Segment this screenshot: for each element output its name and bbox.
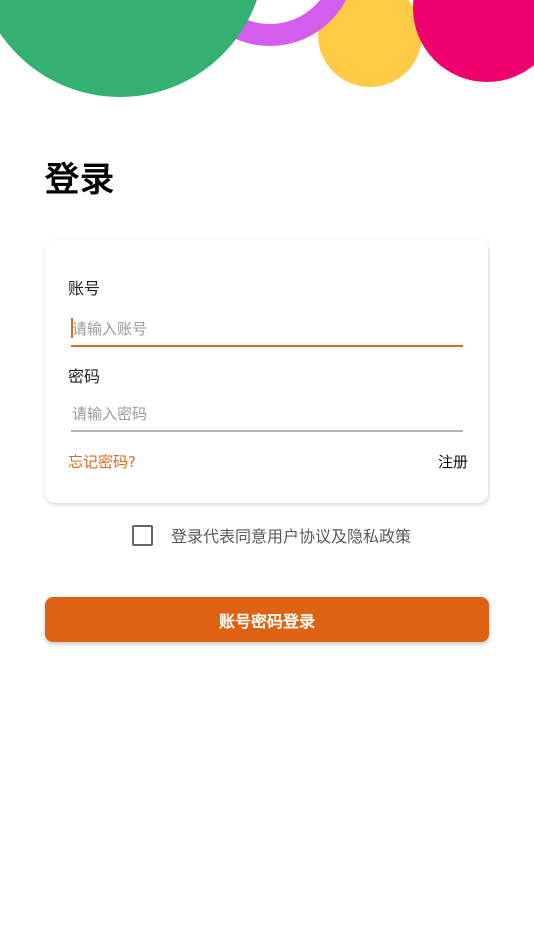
- account-field[interactable]: [71, 311, 463, 347]
- account-underline: [71, 345, 463, 347]
- green-circle: [0, 0, 257, 97]
- text-cursor: [71, 318, 73, 338]
- password-underline: [71, 430, 463, 432]
- account-label: 账号: [68, 279, 101, 298]
- agreement-text: 登录代表同意用户协议及隐私政策: [171, 527, 412, 546]
- header-decoration: [0, 0, 534, 110]
- agreement-checkbox[interactable]: [132, 524, 153, 546]
- password-label: 密码: [68, 367, 101, 386]
- forgot-password-link[interactable]: 忘记密码?: [68, 451, 136, 472]
- decorative-circles: [0, 0, 534, 97]
- agreement-row: 登录代表同意用户协议及隐私政策: [132, 524, 411, 546]
- page-title: 登录: [45, 160, 115, 200]
- login-button[interactable]: 账号密码登录: [45, 597, 489, 642]
- register-link[interactable]: 注册: [438, 451, 468, 472]
- login-form-card: 账号 密码 忘记密码? 注册: [45, 240, 488, 503]
- account-input[interactable]: [71, 311, 463, 347]
- password-field[interactable]: [71, 396, 463, 432]
- password-input[interactable]: [71, 396, 463, 432]
